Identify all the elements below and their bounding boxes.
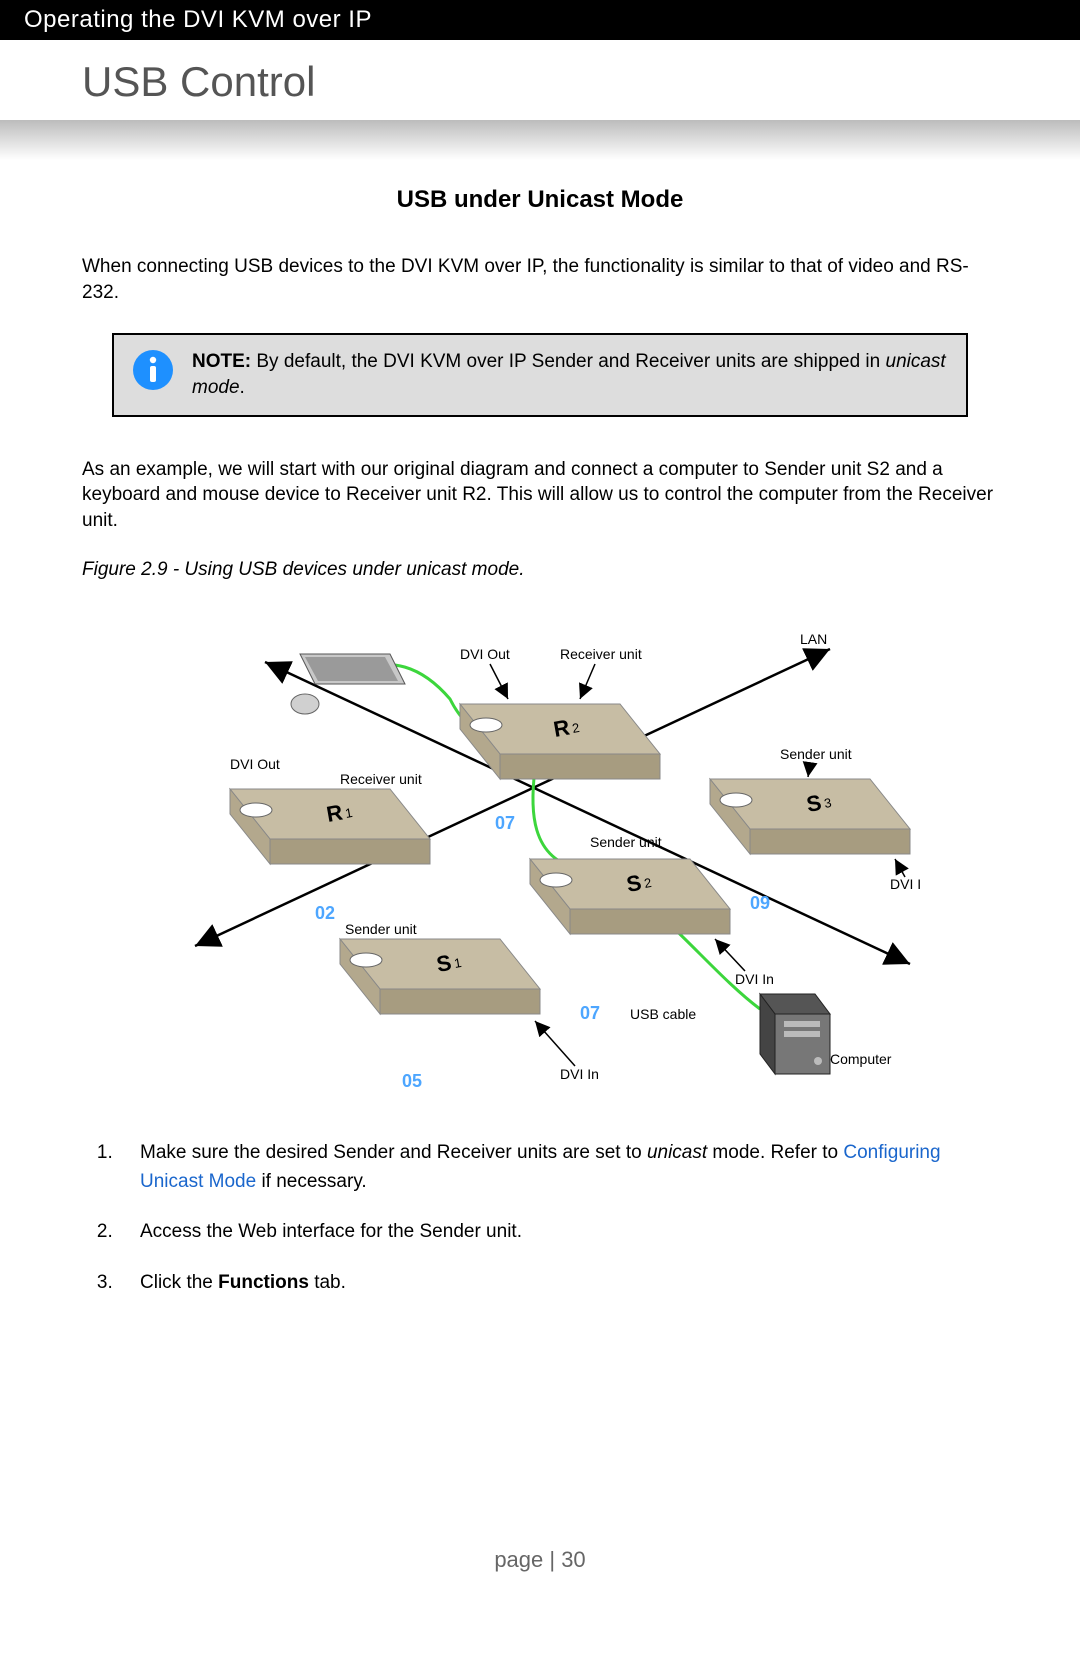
r1-dvi-out-label: DVI Out [230,756,280,772]
s2-dvi-in-label: DVI In [735,971,774,987]
step-2: Access the Web interface for the Sender … [118,1218,998,1247]
step-3-post: tab. [309,1272,346,1293]
page-title: USB Control [82,58,1080,106]
steps-list: Make sure the desired Sender and Receive… [82,1139,998,1297]
mouse-icon [291,694,319,714]
gradient-divider [0,120,1080,160]
channel-s2: 07 [580,1003,600,1023]
example-paragraph: As an example, we will start with our or… [82,457,998,534]
step-1-pre: Make sure the desired Sender and Receive… [140,1142,647,1163]
breadcrumb-bar: Operating the DVI KVM over IP [0,0,1080,40]
note-label: NOTE: [192,351,251,372]
note-box: NOTE: By default, the DVI KVM over IP Se… [112,333,968,416]
channel-s3: 09 [750,893,770,913]
section-subheading: USB under Unicast Mode [82,186,998,214]
keyboard-icon [300,654,405,684]
step-1-mid: mode. Refer to [707,1142,843,1163]
step-1-post: if necessary. [256,1171,367,1192]
lan-label: LAN [800,631,827,647]
note-body: By default, the DVI KVM over IP Sender a… [251,351,885,372]
r1-receiver-label: Receiver unit [340,771,422,787]
computer-icon [760,994,830,1074]
step-3-pre: Click the [140,1272,218,1293]
s1-dvi-in-label: DVI In [560,1066,599,1082]
body-content: USB under Unicast Mode When connecting U… [0,186,1080,1297]
info-icon [132,349,174,396]
step-3: Click the Functions tab. [118,1269,998,1298]
r2-receiver-label: Receiver unit [560,646,642,662]
page: Operating the DVI KVM over IP USB Contro… [0,0,1080,1669]
channel-s1: 05 [402,1071,422,1091]
channel-r1: 02 [315,903,335,923]
note-text: NOTE: By default, the DVI KVM over IP Se… [192,349,948,400]
sender-s1-box: S 1 [340,939,540,1014]
intro-paragraph: When connecting USB devices to the DVI K… [82,254,998,305]
page-footer: page | 30 [0,1547,1080,1573]
note-tail: . [240,377,245,398]
s2-sender-label: Sender unit [590,834,662,850]
step-3-bold: Functions [218,1272,309,1293]
breadcrumb-text: Operating the DVI KVM over IP [24,6,372,33]
computer-label: Computer [830,1051,892,1067]
channel-r2: 07 [495,813,515,833]
page-number: page | 30 [494,1547,585,1572]
network-diagram: LAN R 2 [160,609,920,1099]
receiver-r1-box: R 1 [230,789,430,864]
step-1-italic: unicast [647,1142,707,1163]
s1-sender-label: Sender unit [345,921,417,937]
figure-caption: Figure 2.9 - Using USB devices under uni… [82,559,998,581]
step-1: Make sure the desired Sender and Receive… [118,1139,998,1196]
sender-s3-box: S 3 [710,779,910,854]
r2-dvi-out-label: DVI Out [460,646,510,662]
s3-dvi-in-label: DVI In [890,876,920,892]
sender-s2-box: S 2 [530,859,730,934]
diagram-container: LAN R 2 [82,609,998,1099]
s3-sender-label: Sender unit [780,746,852,762]
usb-cable-label: USB cable [630,1006,696,1022]
